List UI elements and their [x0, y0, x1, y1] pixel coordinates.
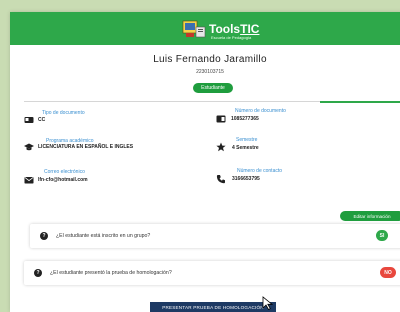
question-group-card: ? ¿El estudiante está inscrito en un gru…: [30, 224, 400, 248]
question-icon: ?: [40, 232, 48, 240]
logo-suffix: TIC: [240, 22, 260, 36]
question-group-text: ¿El estudiante está inscrito en un grupo…: [56, 233, 151, 239]
profile-panel: ToolsTIC Escuela de Pedagogía Luis Ferna…: [10, 12, 400, 312]
app-logo[interactable]: ToolsTIC Escuela de Pedagogía: [182, 18, 259, 40]
graduation-cap-icon: [24, 143, 34, 151]
logo-toolbox-icon: [182, 20, 206, 38]
active-tab-indicator: [320, 101, 400, 103]
email-label: Correo electrónico: [44, 169, 85, 175]
app-header: ToolsTIC Escuela de Pedagogía: [10, 12, 400, 45]
role-badge: Estudiante: [193, 83, 233, 93]
doc-type-label: Tipo de documento: [42, 110, 85, 116]
question-exam-badge[interactable]: NO: [380, 267, 396, 278]
id-badge-icon: [216, 115, 226, 123]
student-name: Luis Fernando Jaramillo: [153, 54, 267, 65]
student-code: 2230103715: [196, 69, 224, 75]
question-exam-text: ¿El estudiante presentó la prueba de hom…: [50, 270, 172, 276]
question-exam-card: ? ¿El estudiante presentó la prueba de h…: [24, 261, 400, 285]
present-exam-button[interactable]: PRESENTAR PRUEBA DE HOMOLOGACIÓN: [150, 302, 276, 312]
star-icon: [216, 142, 226, 152]
mouse-cursor-icon: [262, 296, 274, 310]
edit-info-button[interactable]: Editar información: [340, 211, 400, 221]
email-value: lfn-cfo@hotmail.com: [38, 177, 88, 183]
doc-type-value: CC: [38, 117, 46, 123]
logo-name: Tools: [209, 22, 241, 36]
phone-value: 3166653795: [232, 176, 260, 182]
logo-subtitle: Escuela de Pedagogía: [211, 35, 252, 40]
question-group-badge[interactable]: SI: [376, 230, 388, 241]
logo-text: ToolsTIC Escuela de Pedagogía: [209, 22, 260, 40]
doc-number-value: 1085277365: [231, 116, 259, 122]
phone-icon: [216, 175, 225, 184]
id-card-icon: [24, 117, 34, 123]
semester-label: Semestre: [236, 137, 258, 143]
doc-number-label: Número de documento: [235, 108, 286, 114]
phone-label: Número de contacto: [237, 168, 283, 174]
question-icon: ?: [34, 269, 42, 277]
envelope-icon: [24, 177, 34, 184]
semester-value: 4 Semestre: [232, 145, 259, 151]
program-value: LICENCIATURA EN ESPAÑOL E INGLES: [38, 144, 134, 150]
